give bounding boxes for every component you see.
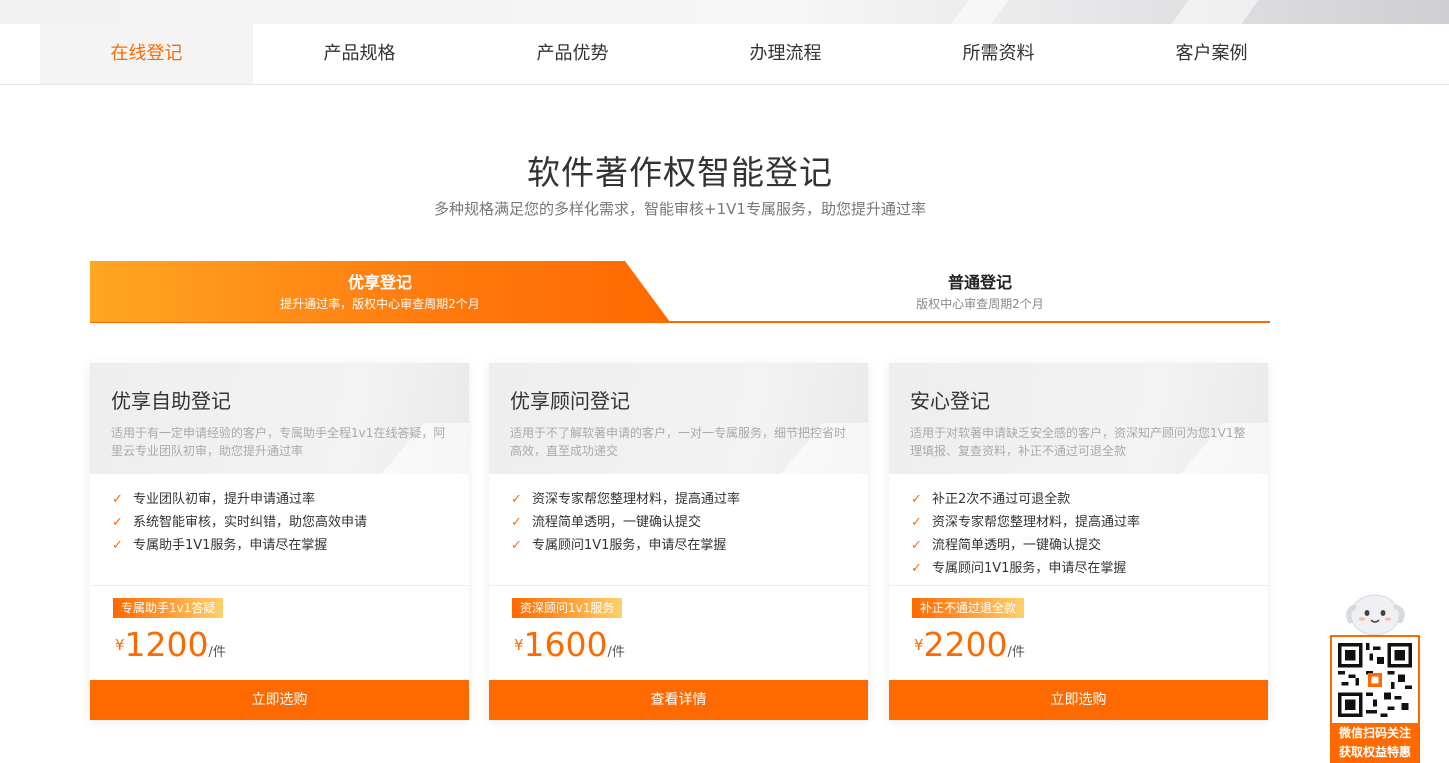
nav-item-materials[interactable]: 所需资料 — [892, 24, 1105, 84]
section-nav: 在线登记 产品规格 产品优势 办理流程 所需资料 客户案例 — [0, 24, 1449, 85]
tab-title: 优享登记 — [347, 273, 412, 292]
page-subtitle: 多种规格满足您的多样化需求，智能审核+1V1专属服务，助您提升通过率 — [434, 200, 926, 218]
banner-streak — [951, 0, 1009, 24]
card-header: 优享自助登记 适用于有一定申请经验的客户，专属助手全程1v1在线答疑，阿里云专业… — [90, 363, 469, 474]
feature-text: 补正2次不通过可退全款 — [932, 492, 1071, 507]
check-icon: ✓ — [911, 515, 922, 530]
qr-caption-line1: 微信扫码关注 — [1338, 726, 1411, 740]
plan-price: ¥2200/件 — [914, 625, 1025, 664]
card-description: 适用于对软著申请缺乏安全感的客户，资深知产顾问为您1V1整理填报、复查资料，补正… — [910, 426, 1246, 458]
qr-caption: 微信扫码关注 获取权益特惠 — [1332, 723, 1418, 763]
check-icon: ✓ — [112, 492, 123, 507]
tab-normal-register[interactable]: 普通登记 版权中心审查周期2个月 — [690, 261, 1270, 321]
check-icon: ✓ — [112, 538, 123, 553]
feature-item: ✓ 专属顾问1V1服务，申请尽在掌握 — [511, 536, 851, 559]
feature-item: ✓ 专属助手1V1服务，申请尽在掌握 — [112, 536, 452, 559]
banner-streak — [1171, 0, 1259, 24]
nav-item-online-register[interactable]: 在线登记 — [40, 24, 253, 84]
feature-list: ✓ 补正2次不通过可退全款 ✓ 资深专家帮您整理材料，提高通过率 ✓ 流程简单透明，一… — [911, 490, 1251, 582]
feature-text: 流程简单透明，一键确认提交 — [532, 515, 702, 530]
nav-item-process[interactable]: 办理流程 — [679, 24, 892, 84]
feature-item: ✓ 专属顾问1V1服务，申请尽在掌握 — [911, 559, 1251, 582]
plan-card-self-service: 优享自助登记 适用于有一定申请经验的客户，专属助手全程1v1在线答疑，阿里云专业… — [90, 363, 469, 720]
nav-item-product-advantage[interactable]: 产品优势 — [466, 24, 679, 84]
plan-tabs: 优享登记 提升通过率，版权中心审查周期2个月 普通登记 版权中心审查周期2个月 — [90, 261, 1270, 323]
feature-text: 系统智能审核，实时纠错，助您高效申请 — [133, 515, 368, 530]
feature-item: ✓ 补正2次不通过可退全款 — [911, 490, 1251, 513]
feature-item: ✓ 流程简单透明，一键确认提交 — [911, 536, 1251, 559]
tab-subtitle: 版权中心审查周期2个月 — [916, 297, 1044, 311]
feature-list: ✓ 专业团队初审，提升申请通过率 ✓ 系统智能审核，实时纠错，助您高效申请 ✓ 专属助… — [112, 490, 452, 559]
top-banner — [0, 0, 1449, 24]
card-divider — [90, 585, 469, 586]
card-divider — [489, 585, 868, 586]
card-description: 适用于不了解软著申请的客户，一对一专属服务，细节把控省时高效，直至成功递交 — [510, 426, 847, 458]
plan-badge: 补正不通过退全款 — [912, 598, 1025, 618]
check-icon: ✓ — [511, 538, 522, 553]
price-unit: /件 — [1007, 645, 1025, 660]
plan-card-assured: 安心登记 适用于对软著申请缺乏安全感的客户，资深知产顾问为您1V1整理填报、复查… — [889, 363, 1268, 720]
page-title: 软件著作权智能登记 — [527, 153, 833, 192]
card-divider — [889, 585, 1268, 586]
check-icon: ✓ — [911, 561, 922, 576]
plan-badge: 专属助手1v1答疑 — [113, 598, 224, 618]
check-icon: ✓ — [112, 515, 123, 530]
feature-text: 专属助手1V1服务，申请尽在掌握 — [133, 538, 328, 553]
check-icon: ✓ — [511, 492, 522, 507]
tab-premium-register[interactable]: 优享登记 提升通过率，版权中心审查周期2个月 — [90, 261, 670, 322]
feature-text: 流程简单透明，一键确认提交 — [932, 538, 1102, 553]
card-title: 安心登记 — [910, 389, 990, 413]
feature-text: 专业团队初审，提升申请通过率 — [133, 492, 316, 507]
feature-text: 专属顾问1V1服务，申请尽在掌握 — [532, 538, 727, 553]
card-description: 适用于有一定申请经验的客户，专属助手全程1v1在线答疑，阿里云专业团队初审，助您… — [111, 426, 446, 458]
feature-text: 资深专家帮您整理材料，提高通过率 — [932, 515, 1141, 530]
feature-item: ✓ 专业团队初审，提升申请通过率 — [112, 490, 452, 513]
feature-text: 专属顾问1V1服务，申请尽在掌握 — [932, 561, 1127, 576]
tab-subtitle: 提升通过率，版权中心审查周期2个月 — [280, 297, 480, 311]
price-value: 1200 — [124, 625, 209, 664]
price-value: 1600 — [523, 625, 608, 664]
wechat-follow-widget[interactable]: 微信扫码关注 获取权益特惠 — [1330, 585, 1420, 763]
tab-title: 普通登记 — [947, 273, 1012, 292]
check-icon: ✓ — [911, 492, 922, 507]
plan-card-consultant: 优享顾问登记 适用于不了解软著申请的客户，一对一专属服务，细节把控省时高效，直至… — [489, 363, 868, 720]
plan-badge: 资深顾问1v1服务 — [512, 598, 623, 618]
card-title: 优享自助登记 — [111, 389, 231, 413]
check-icon: ✓ — [911, 538, 922, 553]
price-unit: /件 — [607, 645, 625, 660]
qr-container: 微信扫码关注 获取权益特惠 — [1330, 635, 1420, 763]
qr-code-icon — [1338, 643, 1412, 717]
price-value: 2200 — [923, 625, 1008, 664]
check-icon: ✓ — [511, 515, 522, 530]
currency-symbol: ¥ — [514, 636, 524, 654]
view-details-button[interactable]: 查看详情 — [489, 680, 868, 720]
price-unit: /件 — [208, 645, 226, 660]
feature-text: 资深专家帮您整理材料，提高通过率 — [532, 492, 741, 507]
mascot-icon — [1346, 594, 1405, 636]
currency-symbol: ¥ — [914, 636, 924, 654]
feature-item: ✓ 资深专家帮您整理材料，提高通过率 — [511, 490, 851, 513]
plan-price: ¥1200/件 — [115, 625, 226, 664]
nav-item-cases[interactable]: 客户案例 — [1105, 24, 1318, 84]
card-header: 优享顾问登记 适用于不了解软著申请的客户，一对一专属服务，细节把控省时高效，直至… — [489, 363, 868, 474]
feature-item: ✓ 资深专家帮您整理材料，提高通过率 — [911, 513, 1251, 536]
feature-list: ✓ 资深专家帮您整理材料，提高通过率 ✓ 流程简单透明，一键确认提交 ✓ 专属顾问1V… — [511, 490, 851, 559]
plan-price: ¥1600/件 — [514, 625, 625, 664]
card-title: 优享顾问登记 — [510, 389, 630, 413]
feature-item: ✓ 系统智能审核，实时纠错，助您高效申请 — [112, 513, 452, 536]
qr-caption-line2: 获取权益特惠 — [1338, 745, 1411, 759]
buy-now-button[interactable]: 立即选购 — [90, 680, 469, 720]
buy-now-button[interactable]: 立即选购 — [889, 680, 1268, 720]
card-header: 安心登记 适用于对软著申请缺乏安全感的客户，资深知产顾问为您1V1整理填报、复查… — [889, 363, 1268, 474]
feature-item: ✓ 流程简单透明，一键确认提交 — [511, 513, 851, 536]
currency-symbol: ¥ — [115, 636, 125, 654]
nav-item-product-spec[interactable]: 产品规格 — [253, 24, 466, 84]
